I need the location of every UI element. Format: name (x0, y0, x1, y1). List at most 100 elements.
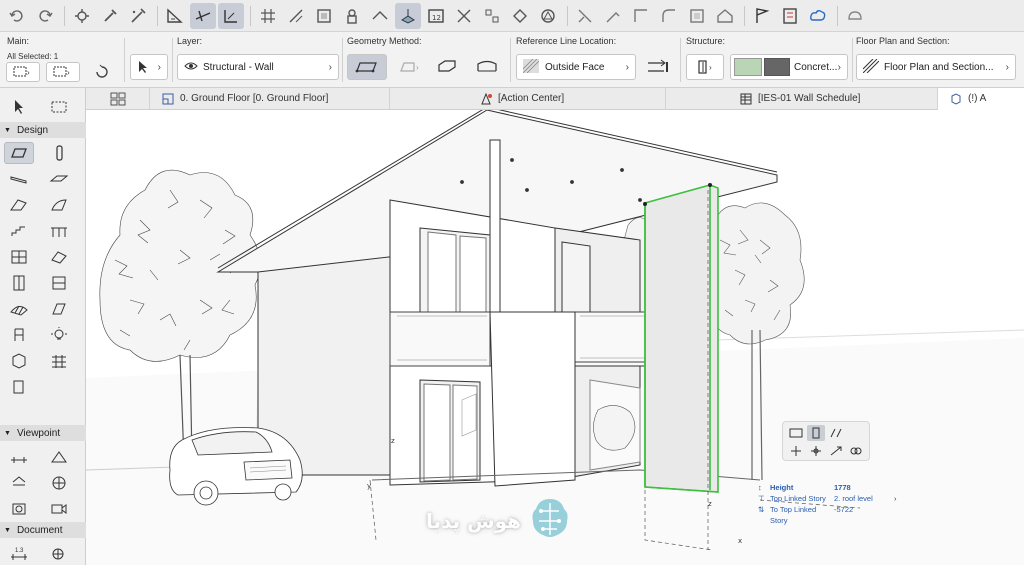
roof-icon[interactable] (712, 3, 738, 29)
fillet-icon[interactable] (656, 3, 682, 29)
mirror-icon[interactable] (827, 425, 845, 441)
chevron-right-icon: › (328, 61, 332, 73)
teamwork-icon[interactable] (842, 3, 868, 29)
stretch-icon[interactable] (827, 443, 845, 459)
guide-lines-icon[interactable] (162, 3, 188, 29)
camera-tool[interactable] (44, 498, 74, 520)
document-flag-icon[interactable] (777, 3, 803, 29)
tracker-row: ↕ Height 1778 (758, 483, 851, 492)
flip-refline-button[interactable] (640, 54, 676, 80)
resize-icon[interactable] (684, 3, 710, 29)
eyedropper-icon[interactable] (97, 3, 123, 29)
interior-elevation-tool[interactable] (4, 472, 34, 494)
roof-tool[interactable] (4, 194, 34, 216)
bimcloud-icon[interactable] (805, 3, 831, 29)
arrow-tool[interactable] (4, 96, 34, 118)
grid-snap-icon[interactable] (255, 3, 281, 29)
drag-icon[interactable] (787, 443, 805, 459)
dimension-tool[interactable]: 1.3 (4, 542, 34, 564)
3d-viewport[interactable]: z y z x ↕ Height 1778 ⊤ Top Linked Story… (86, 110, 1024, 565)
flag-icon[interactable] (749, 3, 775, 29)
log-wall-button[interactable] (470, 54, 504, 80)
zone-tool[interactable] (4, 350, 34, 372)
door-tool[interactable] (4, 272, 34, 294)
tab-label: [IES-01 Wall Schedule] (758, 93, 861, 104)
design-section[interactable]: ▼ Design (0, 122, 86, 138)
split-icon[interactable] (572, 3, 598, 29)
lamp-tool[interactable] (44, 324, 74, 346)
adjust-icon[interactable] (600, 3, 626, 29)
info-box: Main: All Selected: 1 › › › Layer: Struc… (0, 32, 1024, 88)
view-options-icon[interactable] (367, 3, 393, 29)
pick-up-parameters-icon[interactable] (69, 3, 95, 29)
rotate-node-icon[interactable] (807, 425, 825, 441)
marquee-tool[interactable] (44, 96, 74, 118)
railing-tool[interactable] (44, 220, 74, 242)
curtain-wall-tool[interactable] (4, 246, 34, 268)
shell-tool[interactable] (44, 194, 74, 216)
structure-label: Structure: (686, 36, 726, 46)
slab-tool[interactable] (44, 168, 74, 190)
grid-element-tool[interactable] (44, 350, 74, 372)
tab-label: (!) A (968, 93, 987, 104)
object-tool[interactable] (4, 324, 34, 346)
inject-parameters-icon[interactable] (125, 3, 151, 29)
polygonal-wall-button[interactable] (432, 54, 462, 80)
mouse-constraints-icon[interactable] (283, 3, 309, 29)
wall-end-tool[interactable] (4, 376, 34, 398)
3d-view-icon[interactable] (395, 2, 421, 29)
morph-tool[interactable] (44, 246, 74, 268)
building-material-select[interactable]: Concret... › (730, 54, 848, 80)
renovation-icon[interactable] (339, 3, 365, 29)
structure-type-button[interactable]: › (686, 54, 724, 80)
chevron-right-icon: › (894, 494, 897, 503)
tab-action-center[interactable]: [Action Center] (390, 87, 666, 110)
rotate-icon[interactable] (88, 62, 116, 82)
chevron-right-icon: › (837, 61, 841, 73)
move-icon[interactable] (787, 425, 805, 441)
snap-points-icon[interactable] (218, 2, 244, 29)
svg-text:›: › (416, 63, 419, 72)
wall-tool[interactable] (4, 142, 34, 164)
tab-3d-window[interactable]: (!) A (938, 87, 1024, 110)
level-dimension-tool[interactable] (44, 542, 74, 564)
calendar-icon[interactable]: 12 (423, 3, 449, 29)
offset-icon[interactable] (807, 443, 825, 459)
elevation-tool[interactable] (44, 446, 74, 468)
worksheet-tool[interactable] (44, 472, 74, 494)
elevate-icon[interactable] (847, 443, 865, 459)
section-tool[interactable] (4, 446, 34, 468)
viewpoint-section[interactable]: ▼ Viewpoint (0, 425, 86, 441)
refline-select[interactable]: Outside Face › (516, 54, 636, 80)
floorplan-select[interactable]: Floor Plan and Section... › (856, 54, 1016, 80)
shape-icon[interactable] (535, 3, 561, 29)
selection-type-button[interactable]: › (46, 62, 80, 82)
undo-icon[interactable] (4, 3, 30, 29)
solid-operations-icon[interactable] (507, 3, 533, 29)
explode-icon[interactable] (451, 3, 477, 29)
element-type-button[interactable]: › (6, 62, 40, 82)
snap-guides-icon[interactable] (190, 2, 216, 29)
detail-tool[interactable] (4, 498, 34, 520)
main-label: Main: (7, 36, 30, 46)
window-tool[interactable] (44, 272, 74, 294)
3d-window-icon (951, 92, 961, 105)
arrow-tool-button[interactable]: › (130, 54, 168, 80)
link-icon: ⊤ (758, 494, 765, 503)
layer-select[interactable]: Structural - Wall › (177, 54, 339, 80)
straight-wall-button[interactable] (347, 54, 387, 80)
mesh-tool[interactable] (4, 298, 34, 320)
skylight-tool[interactable] (44, 298, 74, 320)
trapezoid-wall-button[interactable]: › (391, 54, 427, 80)
layer-icon[interactable] (311, 3, 337, 29)
column-tool[interactable] (44, 142, 74, 164)
intersect-icon[interactable] (628, 3, 654, 29)
tab-wall-schedule[interactable]: [IES-01 Wall Schedule] (666, 87, 938, 110)
tab-grid-overview[interactable] (86, 87, 150, 110)
document-section[interactable]: ▼ Document (0, 522, 86, 538)
redo-icon[interactable] (32, 3, 58, 29)
array-icon[interactable] (479, 3, 505, 29)
tab-floor-plan[interactable]: 0. Ground Floor [0. Ground Floor] (150, 87, 390, 110)
stair-tool[interactable] (4, 220, 34, 242)
beam-tool[interactable] (4, 168, 34, 190)
